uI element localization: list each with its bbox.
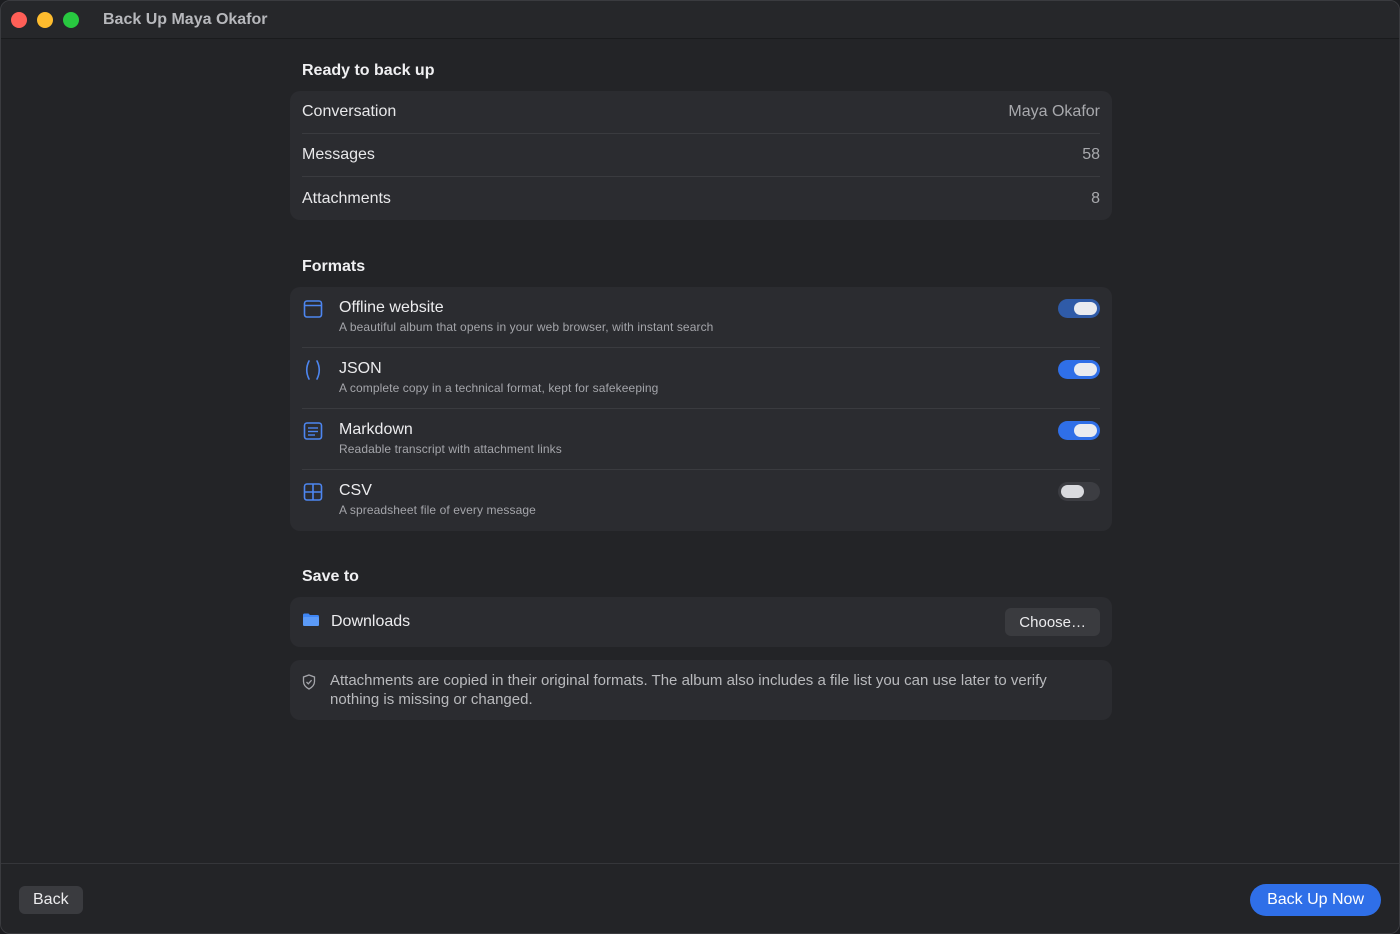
back-up-now-button[interactable]: Back Up Now	[1250, 884, 1381, 916]
summary-row-conversation: Conversation Maya Okafor	[302, 91, 1100, 134]
summary-label: Messages	[302, 146, 375, 163]
document-lines-icon	[302, 420, 324, 442]
markdown-toggle[interactable]	[1058, 421, 1100, 440]
format-description: A complete copy in a technical format, k…	[339, 381, 659, 395]
window-controls	[11, 11, 79, 28]
table-grid-icon	[302, 481, 324, 503]
csv-toggle[interactable]	[1058, 482, 1100, 501]
summary-card: Conversation Maya Okafor Messages 58 Att…	[290, 91, 1112, 220]
save-to-card: Downloads Choose…	[290, 597, 1112, 647]
format-row-offline-website: Offline website A beautiful album that o…	[302, 287, 1100, 348]
json-toggle[interactable]	[1058, 360, 1100, 379]
format-description: Readable transcript with attachment link…	[339, 442, 562, 456]
summary-value: 8	[1091, 189, 1100, 207]
summary-label: Attachments	[302, 189, 391, 207]
note-text: Attachments are copied in their original…	[330, 672, 1047, 708]
close-window-button[interactable]	[11, 11, 27, 28]
browser-window-icon	[302, 298, 324, 320]
parentheses-icon	[302, 359, 324, 381]
summary-row-attachments: Attachments 8	[302, 177, 1100, 220]
format-description: A beautiful album that opens in your web…	[339, 320, 714, 334]
formats-card: Offline website A beautiful album that o…	[290, 287, 1112, 531]
format-description: A spreadsheet file of every message	[339, 503, 536, 517]
format-row-csv: CSV A spreadsheet file of every message	[302, 470, 1100, 531]
footer-bar: Back Back Up Now	[1, 863, 1399, 933]
zoom-window-button[interactable]	[63, 11, 79, 28]
folder-icon	[302, 612, 320, 632]
summary-row-messages: Messages 58	[302, 134, 1100, 177]
format-name: Markdown	[339, 421, 413, 438]
summary-label: Conversation	[302, 103, 397, 120]
format-name: JSON	[339, 360, 382, 377]
format-row-markdown: Markdown Readable transcript with attach…	[302, 409, 1100, 470]
back-button[interactable]: Back	[19, 886, 83, 914]
format-name: Offline website	[339, 299, 444, 316]
offline-website-toggle[interactable]	[1058, 299, 1100, 318]
format-row-json: JSON A complete copy in a technical form…	[302, 348, 1100, 409]
summary-heading: Ready to back up	[302, 62, 435, 79]
summary-value: 58	[1082, 146, 1100, 163]
save-folder-name: Downloads	[331, 613, 411, 630]
formats-heading: Formats	[302, 258, 366, 275]
window-title: Back Up Maya Okafor	[103, 10, 268, 28]
backup-window: Back Up Maya Okafor Ready to back up Con…	[0, 0, 1400, 934]
shield-check-icon	[302, 674, 316, 695]
main-content: Ready to back up Conversation Maya Okafo…	[290, 39, 1112, 720]
title-bar: Back Up Maya Okafor	[1, 1, 1399, 39]
verification-note: Attachments are copied in their original…	[290, 660, 1112, 720]
summary-value: Maya Okafor	[1008, 103, 1100, 120]
minimize-window-button[interactable]	[37, 11, 53, 28]
choose-folder-button[interactable]: Choose…	[1005, 608, 1100, 636]
format-name: CSV	[339, 482, 372, 499]
save-to-heading: Save to	[302, 568, 359, 585]
